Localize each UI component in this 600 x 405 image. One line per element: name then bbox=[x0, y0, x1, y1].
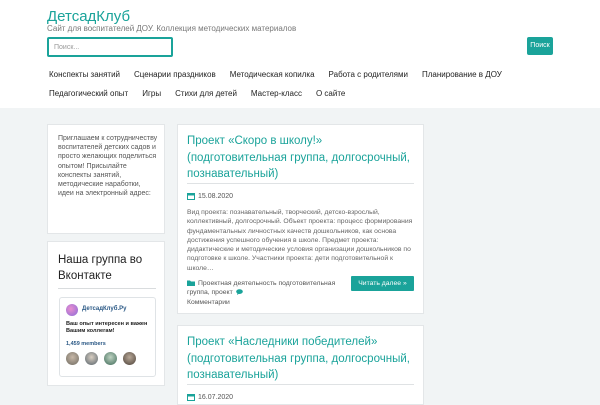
post-title[interactable]: Проект «Наследники победителей» (подгото… bbox=[187, 334, 417, 384]
read-more-button[interactable]: Читать далее » bbox=[351, 276, 414, 291]
vk-members-count[interactable]: 1,459 members bbox=[66, 341, 106, 347]
nav-item[interactable]: Конспекты занятий bbox=[47, 68, 122, 82]
sidebar-vk-widget: Наша группа во Вконтакте ДетсадКлуб.Ру В… bbox=[47, 241, 165, 386]
post-title[interactable]: Проект «Скоро в школу!» (подготовительна… bbox=[187, 133, 417, 183]
group-avatar[interactable] bbox=[66, 304, 78, 316]
member-avatar[interactable] bbox=[85, 352, 98, 365]
vk-group-name[interactable]: ДетсадКлуб.Ру bbox=[82, 306, 126, 312]
folder-icon bbox=[187, 280, 195, 286]
member-avatar[interactable] bbox=[104, 352, 117, 365]
nav-item[interactable]: Планирование в ДОУ bbox=[420, 68, 504, 82]
post-date: 15.08.2020 bbox=[187, 192, 233, 200]
nav-item[interactable]: Стихи для детей bbox=[173, 87, 239, 101]
calendar-icon bbox=[187, 193, 195, 200]
vk-group-description: Ваш опыт интересен и важен Вашим коллега… bbox=[66, 321, 148, 334]
nav-item[interactable]: Игры bbox=[140, 87, 163, 101]
nav-item[interactable]: Методическая копилка bbox=[228, 68, 317, 82]
main-nav-row-1: Конспекты занятий Сценарии праздников Ме… bbox=[47, 68, 514, 82]
search-button[interactable]: Поиск bbox=[527, 37, 553, 55]
post-category[interactable]: Проектная деятельность подготовительная … bbox=[187, 280, 335, 296]
post-card: Проект «Скоро в школу!» (подготовительна… bbox=[177, 124, 424, 314]
site-header: ДетсадКлуб Сайт для воспитателей ДОУ. Ко… bbox=[0, 0, 600, 108]
vk-widget-title: Наша группа во Вконтакте bbox=[58, 254, 143, 282]
nav-item[interactable]: Педагогический опыт bbox=[47, 87, 130, 101]
sidebar-invite-widget: Приглашаем к сотрудничеству воспитателей… bbox=[47, 124, 165, 234]
invite-text: Приглашаем к сотрудничеству воспитателей… bbox=[58, 135, 158, 198]
vk-group-embed[interactable]: ДетсадКлуб.Ру Ваш опыт интересен и важен… bbox=[59, 297, 156, 377]
divider bbox=[58, 288, 156, 289]
post-date-text: 15.08.2020 bbox=[198, 192, 234, 200]
main-nav-row-2: Педагогический опыт Игры Стихи для детей… bbox=[47, 87, 357, 101]
site-description: Сайт для воспитателей ДОУ. Коллекция мет… bbox=[47, 24, 297, 33]
nav-item[interactable]: Работа с родителями bbox=[327, 68, 410, 82]
search-input[interactable] bbox=[47, 37, 173, 57]
nav-item[interactable]: Сценарии праздников bbox=[132, 68, 218, 82]
nav-item[interactable]: Мастер-класс bbox=[249, 87, 304, 101]
divider bbox=[187, 384, 414, 385]
divider bbox=[187, 183, 414, 184]
member-avatar[interactable] bbox=[123, 352, 136, 365]
post-excerpt: Вид проекта: познавательный, творческий,… bbox=[187, 209, 413, 272]
member-avatar[interactable] bbox=[66, 352, 79, 365]
comment-icon bbox=[235, 289, 243, 296]
post-meta: Проектная деятельность подготовительная … bbox=[187, 279, 347, 307]
post-date-text: 16.07.2020 bbox=[198, 393, 234, 401]
vk-member-avatars bbox=[66, 352, 142, 365]
post-card: Проект «Наследники победителей» (подгото… bbox=[177, 325, 424, 405]
post-comments-link[interactable]: Комментарии bbox=[187, 299, 230, 306]
nav-item[interactable]: О сайте bbox=[314, 87, 347, 101]
